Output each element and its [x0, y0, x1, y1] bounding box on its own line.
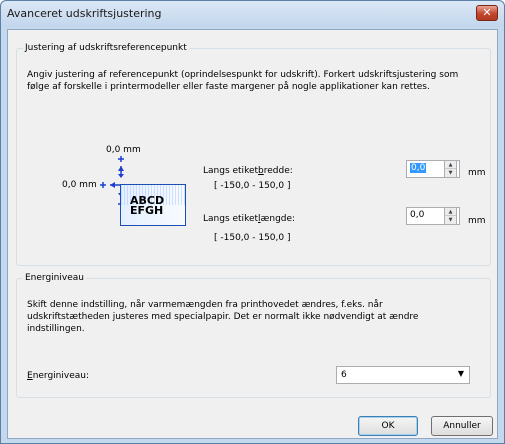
energy-level-value: 6 [341, 370, 347, 380]
width-spinner[interactable]: ▲ ▼ [444, 160, 457, 178]
energy-description-line2: udskriftstætheden justeres med specialpa… [27, 312, 419, 322]
energy-level-select[interactable]: 6 ▼ [336, 366, 470, 384]
chevron-down-icon[interactable]: ▼ [458, 369, 464, 378]
length-spinner[interactable]: ▲ ▼ [444, 207, 457, 225]
energy-group-label: Energiniveau [23, 273, 86, 283]
length-unit: mm [468, 216, 486, 226]
energy-description-line1: Skift denne indstilling, når varmemængde… [27, 300, 383, 310]
energy-field-label: Energiniveau: [27, 371, 90, 381]
dialog-client-area: Justering af udskriftsreferencepunkt Ang… [7, 29, 498, 439]
arrow-top-down-head [118, 174, 124, 178]
arrow-left-head [110, 182, 115, 188]
close-button[interactable]: ✕ [476, 5, 498, 21]
arrow-up-head [118, 166, 124, 171]
dialog-window: Avanceret udskriftsjustering ✕ Justering… [0, 0, 505, 444]
cancel-button[interactable]: Annuller [431, 416, 493, 436]
spin-down-icon[interactable]: ▼ [445, 216, 456, 224]
spin-up-icon[interactable]: ▲ [445, 161, 456, 169]
spin-down-icon[interactable]: ▼ [445, 169, 456, 177]
width-unit: mm [468, 168, 486, 178]
spin-up-icon[interactable]: ▲ [445, 208, 456, 216]
width-label: Langs etiketbredde: [203, 166, 293, 176]
energy-description-line3: indstillingen. [27, 324, 85, 334]
width-range: [ -150,0 - 150,0 ] [214, 181, 291, 191]
length-range: [ -150,0 - 150,0 ] [214, 233, 291, 243]
ok-button[interactable]: OK [358, 416, 418, 436]
label-sample-text: ABCD EFGH [130, 194, 165, 217]
length-label: Langs etiketlængde: [203, 214, 296, 224]
